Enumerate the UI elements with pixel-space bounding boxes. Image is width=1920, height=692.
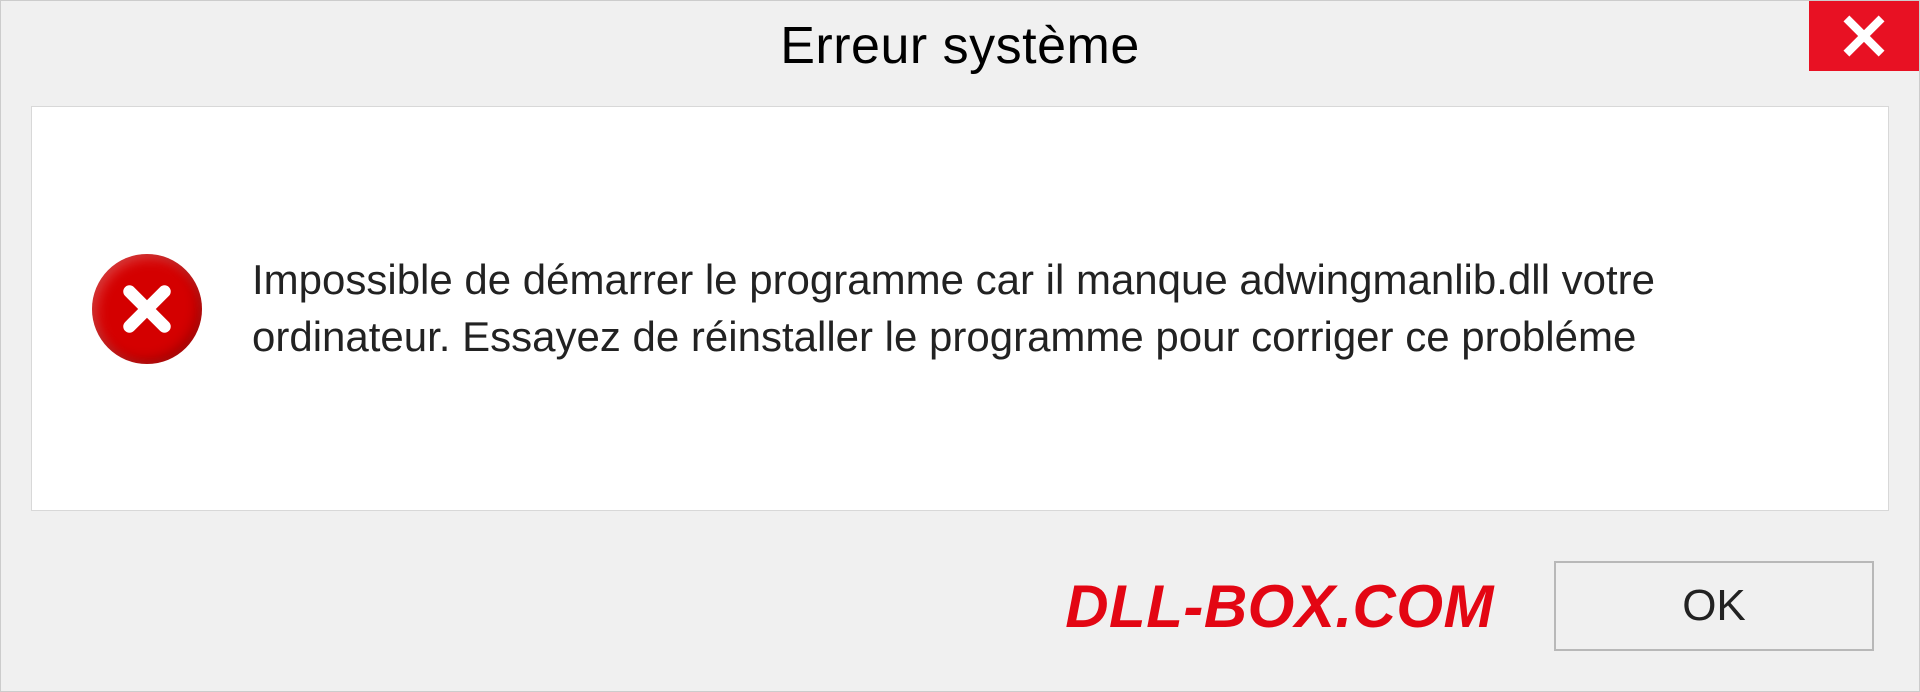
close-button[interactable] bbox=[1809, 1, 1919, 71]
dialog-title: Erreur système bbox=[780, 16, 1140, 76]
error-message: Impossible de démarrer le programme car … bbox=[252, 252, 1828, 365]
close-icon bbox=[1842, 14, 1886, 58]
titlebar: Erreur système bbox=[1, 1, 1919, 91]
error-icon bbox=[92, 254, 202, 364]
dialog-footer: DLL-BOX.COM OK bbox=[1, 536, 1919, 691]
error-dialog: Erreur système Impossible de démarrer le… bbox=[0, 0, 1920, 692]
watermark-text: DLL-BOX.COM bbox=[1065, 572, 1494, 641]
ok-button[interactable]: OK bbox=[1554, 561, 1874, 651]
content-panel: Impossible de démarrer le programme car … bbox=[31, 106, 1889, 511]
